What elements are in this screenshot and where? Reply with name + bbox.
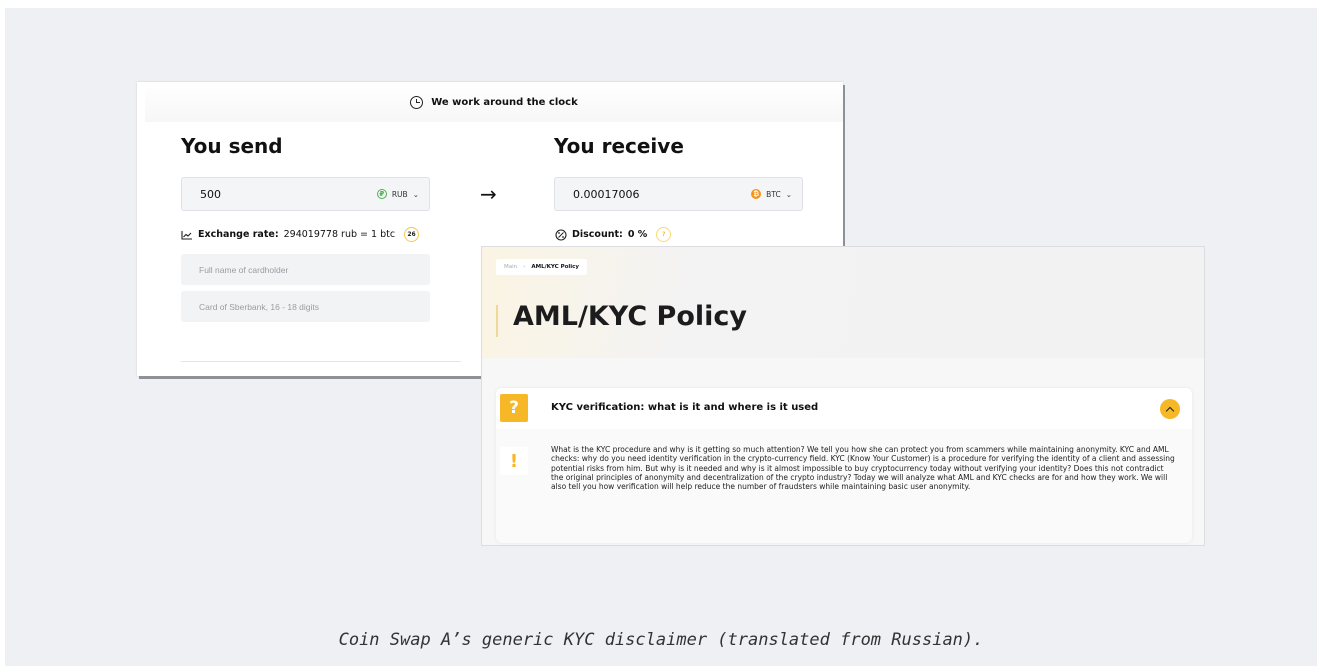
chart-line-icon (181, 230, 192, 240)
breadcrumb: Main › AML/KYC Policy (496, 259, 588, 275)
discount-label: Discount: (572, 229, 623, 240)
receive-currency-label: BTC (766, 189, 781, 199)
chevron-up-icon[interactable] (1160, 399, 1180, 419)
receive-amount-value: 0.00017006 (573, 187, 640, 201)
receive-currency-select[interactable]: ₿ BTC ⌄ (751, 189, 792, 199)
rate-timer-badge: 26 (404, 227, 420, 242)
breadcrumb-current: AML/KYC Policy (531, 264, 580, 270)
clock-icon (410, 95, 424, 109)
send-amount-field[interactable]: 500 ₽ RUB ⌄ (181, 177, 430, 211)
figure-caption: Coin Swap A’s generic KYC disclaimer (tr… (338, 630, 984, 650)
card-number-input[interactable] (181, 291, 430, 322)
divider (181, 361, 461, 362)
percent-icon (555, 228, 567, 241)
exchange-rate: Exchange rate: 294019778 rub = 1 btc 26 (181, 227, 420, 242)
exchange-rate-label: Exchange rate: (198, 229, 279, 240)
arrow-right-icon: → (480, 182, 497, 206)
discount-value: 0 % (627, 229, 648, 240)
kyc-accordion: ? KYC verification: what is it and where… (496, 388, 1192, 543)
receive-title: You receive (554, 134, 684, 158)
exclamation-icon: ! (500, 447, 528, 475)
notice-bar: We work around the clock (145, 82, 843, 122)
send-currency-label: RUB (391, 189, 408, 199)
breadcrumb-main-link[interactable]: Main (504, 264, 517, 270)
policy-header: Main › AML/KYC Policy AML/KYC Policy (482, 247, 1204, 358)
chevron-down-icon: ⌄ (412, 189, 419, 199)
accordion-body: What is the KYC procedure and why is it … (551, 445, 1175, 492)
accordion-title: KYC verification: what is it and where i… (551, 402, 819, 413)
send-currency-select[interactable]: ₽ RUB ⌄ (376, 189, 419, 199)
notice-text: We work around the clock (431, 96, 578, 108)
cardholder-name-input[interactable] (181, 254, 430, 285)
breadcrumb-separator: › (523, 264, 526, 270)
question-icon: ? (500, 394, 528, 422)
discount-help-icon[interactable]: ? (656, 227, 672, 242)
receive-amount-field[interactable]: 0.00017006 ₿ BTC ⌄ (554, 177, 803, 211)
policy-card: Main › AML/KYC Policy AML/KYC Policy ? K… (481, 246, 1205, 546)
bitcoin-icon: ₿ (751, 189, 762, 199)
exchange-rate-value: 294019778 rub = 1 btc (283, 229, 396, 240)
send-title: You send (181, 134, 283, 158)
accordion-header[interactable]: ? KYC verification: what is it and where… (496, 388, 1192, 429)
ruble-icon: ₽ (376, 189, 387, 199)
page-title: AML/KYC Policy (513, 301, 748, 332)
title-accent-line (496, 305, 498, 337)
discount: Discount: 0 % ? (555, 227, 672, 242)
send-amount-value: 500 (200, 187, 221, 201)
chevron-down-icon: ⌄ (785, 189, 792, 199)
